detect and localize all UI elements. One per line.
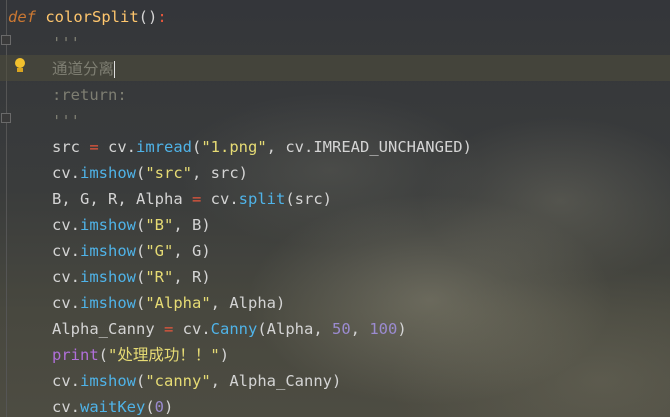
code-line[interactable]: ''' <box>52 30 80 56</box>
number-literal: 0 <box>154 398 165 416</box>
arguments: , R) <box>173 268 211 286</box>
paren: ( <box>98 346 109 364</box>
string-literal: "G" <box>145 242 174 260</box>
code-line[interactable]: def colorSplit(): <box>8 4 167 30</box>
paren: ( <box>136 242 146 260</box>
code-line[interactable]: cv.imshow("src", src) <box>52 160 248 186</box>
parens: () <box>138 8 158 26</box>
paren: ( <box>136 216 146 234</box>
method: imshow <box>80 372 136 390</box>
assign-operator: = <box>182 190 211 208</box>
module: cv. <box>210 190 239 208</box>
module: cv. <box>52 164 80 182</box>
method: imshow <box>80 242 136 260</box>
module: cv. <box>52 216 80 234</box>
fold-icon[interactable] <box>1 35 11 45</box>
module: cv. <box>52 372 80 390</box>
number-literal: 100 <box>369 320 398 338</box>
arguments: (Alpha, <box>257 320 332 338</box>
code-line[interactable]: cv.waitKey(0) <box>52 394 173 417</box>
method: Canny <box>210 320 258 338</box>
number-literal: 50 <box>331 320 351 338</box>
assign-operator: = <box>80 138 108 156</box>
paren: ( <box>145 398 155 416</box>
method: imread <box>136 138 192 156</box>
docstring: ''' <box>52 112 80 130</box>
fold-icon[interactable] <box>1 113 11 123</box>
function-name: colorSplit <box>45 8 139 26</box>
colon: : <box>157 8 167 26</box>
paren: ) <box>219 346 230 364</box>
method: split <box>238 190 286 208</box>
code-line[interactable]: cv.imshow("Alpha", Alpha) <box>52 290 285 316</box>
paren: ) <box>164 398 174 416</box>
paren: ) <box>397 320 407 338</box>
module: cv. <box>108 138 136 156</box>
variable: B, G, R, Alpha <box>52 190 183 208</box>
string-literal: "B" <box>145 216 174 234</box>
method: imshow <box>80 216 136 234</box>
paren: ( <box>136 268 146 286</box>
def-keyword: def <box>8 8 36 26</box>
code-line[interactable]: cv.imshow("R", R) <box>52 264 211 290</box>
assign-operator: = <box>154 320 183 338</box>
code-line[interactable]: print("处理成功！！") <box>52 342 229 368</box>
arguments: , G) <box>173 242 211 260</box>
code-line[interactable]: B, G, R, Alpha = cv.split(src) <box>52 186 332 212</box>
paren: ( <box>136 164 146 182</box>
paren: ( <box>136 294 146 312</box>
method: imshow <box>80 268 136 286</box>
text-cursor <box>114 61 116 78</box>
string-literal: "Alpha" <box>145 294 211 312</box>
code-line[interactable]: Alpha_Canny = cv.Canny(Alpha, 50, 100) <box>52 316 407 342</box>
variable: src <box>52 138 80 156</box>
docstring: :return: <box>52 86 127 104</box>
string-literal: "src" <box>145 164 193 182</box>
method: waitKey <box>80 398 146 416</box>
code-line[interactable]: cv.imshow("G", G) <box>52 238 211 264</box>
code-line[interactable]: cv.imshow("canny", Alpha_Canny) <box>52 368 341 394</box>
arguments: , Alpha) <box>210 294 286 312</box>
variable: Alpha_Canny <box>52 320 155 338</box>
module: cv. <box>52 294 80 312</box>
docstring: 通道分离 <box>52 60 115 78</box>
paren: ( <box>192 138 202 156</box>
arguments: , src) <box>192 164 249 182</box>
intention-bulb-icon[interactable] <box>14 58 26 76</box>
builtin-print: print <box>52 346 99 364</box>
code-editor[interactable]: def colorSplit(): ''' 通道分离 :return: ''' … <box>0 0 670 417</box>
method: imshow <box>80 294 136 312</box>
arguments: (src) <box>285 190 332 208</box>
code-line[interactable]: src = cv.imread("1.png", cv.IMREAD_UNCHA… <box>52 134 472 160</box>
string-literal: "1.png" <box>201 138 267 156</box>
arguments: , cv.IMREAD_UNCHANGED) <box>266 138 472 156</box>
string-literal: "R" <box>145 268 174 286</box>
code-line[interactable]: 通道分离 <box>52 56 116 82</box>
code-line[interactable]: cv.imshow("B", B) <box>52 212 211 238</box>
arguments: , B) <box>173 216 211 234</box>
code-line[interactable]: ''' <box>52 108 80 134</box>
paren: ( <box>136 372 146 390</box>
string-literal: "处理成功！！" <box>108 346 220 364</box>
separator: , <box>350 320 370 338</box>
code-line[interactable]: :return: <box>52 82 127 108</box>
string-literal: "canny" <box>145 372 211 390</box>
module: cv. <box>52 242 80 260</box>
module: cv. <box>52 268 80 286</box>
module: cv. <box>52 398 80 416</box>
docstring: ''' <box>52 34 80 52</box>
module: cv. <box>182 320 211 338</box>
method: imshow <box>80 164 136 182</box>
arguments: , Alpha_Canny) <box>210 372 342 390</box>
